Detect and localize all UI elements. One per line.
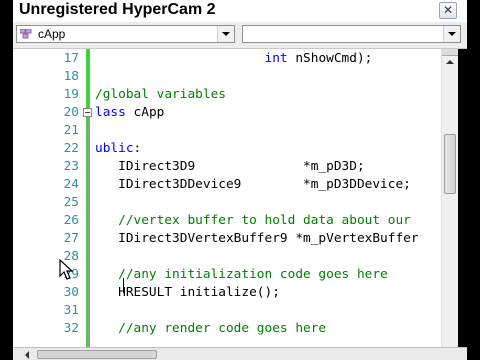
comment-token: //vertex buffer to hold data about our <box>95 213 411 228</box>
class-icon <box>20 29 32 39</box>
code-line: ublic: <box>95 140 141 158</box>
vertical-scrollbar[interactable] <box>441 49 458 347</box>
class-dropdown[interactable]: cApp <box>16 25 235 43</box>
code-token: IDirect3D9 *m_pD3D; <box>95 159 365 174</box>
line-number: 31 <box>63 303 79 318</box>
letterbox-left <box>0 0 13 360</box>
keyword-token: lass <box>95 105 126 120</box>
line-number: 26 <box>63 213 79 228</box>
line-number: 23 <box>63 159 79 174</box>
outline-guide <box>88 119 89 347</box>
code-line: //vertex buffer to hold data about our <box>95 212 411 230</box>
code-line: int nShowCmd); <box>95 50 373 68</box>
horizontal-scrollbar[interactable] <box>13 347 467 360</box>
member-dropdown[interactable] <box>242 25 461 43</box>
close-icon: ✕ <box>442 3 454 17</box>
code-editor[interactable]: 17 18 19 20 21 22 23 24 25 26 27 28 29 30 31 32 int nSh… <box>13 49 441 347</box>
code-line: IDirect3DVertexBuffer9 *m_pVertexBuffer <box>95 230 419 248</box>
code-token: IDirect3DDevice9 *m_pD3DDevice; <box>95 177 411 192</box>
code-line: //any render code goes here <box>95 320 326 338</box>
letterbox-right <box>467 0 480 360</box>
text-caret <box>123 278 124 293</box>
code-line: IDirect3DDevice9 *m_pD3DDevice; <box>95 176 411 194</box>
i-beam-cursor-icon <box>59 259 74 280</box>
code-token: : <box>133 141 142 156</box>
title-bar: Unregistered HyperCam 2 ✕ <box>13 0 467 22</box>
line-number: 27 <box>63 231 79 246</box>
code-line: IDirect3D9 *m_pD3D; <box>95 158 365 176</box>
horizontal-scroll-thumb[interactable] <box>37 350 157 359</box>
keyword-token: int <box>264 51 288 66</box>
line-number: 17 <box>63 51 79 66</box>
scroll-up-arrow-icon[interactable] <box>442 55 458 69</box>
line-number: 18 <box>63 69 79 84</box>
navigation-bar: cApp <box>13 22 467 49</box>
vertical-scroll-thumb[interactable] <box>444 134 456 195</box>
collapse-icon[interactable] <box>83 108 92 117</box>
line-number: 24 <box>63 177 79 192</box>
comment-token: //any initialization code goes here <box>95 267 388 282</box>
code-token: IDirect3DVertexBuffer9 *m_pVertexBuffer <box>95 231 419 246</box>
chevron-down-icon[interactable] <box>443 26 460 42</box>
scroll-left-arrow-icon[interactable] <box>21 350 35 360</box>
close-button[interactable]: ✕ <box>439 2 457 19</box>
line-number: 22 <box>63 141 79 156</box>
line-number: 32 <box>63 321 79 336</box>
comment-token: /global variables <box>95 87 226 102</box>
keyword-token: ublic <box>95 141 134 156</box>
class-dropdown-value: cApp <box>38 27 66 41</box>
code-line: //any initialization code goes here <box>95 266 388 284</box>
video-frame: Unregistered HyperCam 2 ✕ cApp 17 18 19 20 2… <box>0 0 480 360</box>
line-number: 20 <box>63 105 79 120</box>
recorder-watermark: Unregistered HyperCam 2 <box>19 1 216 18</box>
line-number-gutter: 17 18 19 20 21 22 23 24 25 26 27 28 29 30 31 32 <box>13 49 80 347</box>
code-line: /global variables <box>95 86 226 104</box>
line-number: 30 <box>63 285 79 300</box>
line-number: 25 <box>63 195 79 210</box>
code-line: lass cApp <box>95 104 164 122</box>
line-number: 19 <box>63 87 79 102</box>
chevron-down-icon[interactable] <box>217 26 234 42</box>
code-token: nShowCmd); <box>287 51 373 66</box>
line-number: 21 <box>63 123 79 138</box>
comment-token: //any render code goes here <box>95 321 327 336</box>
code-token: cApp <box>125 105 165 120</box>
